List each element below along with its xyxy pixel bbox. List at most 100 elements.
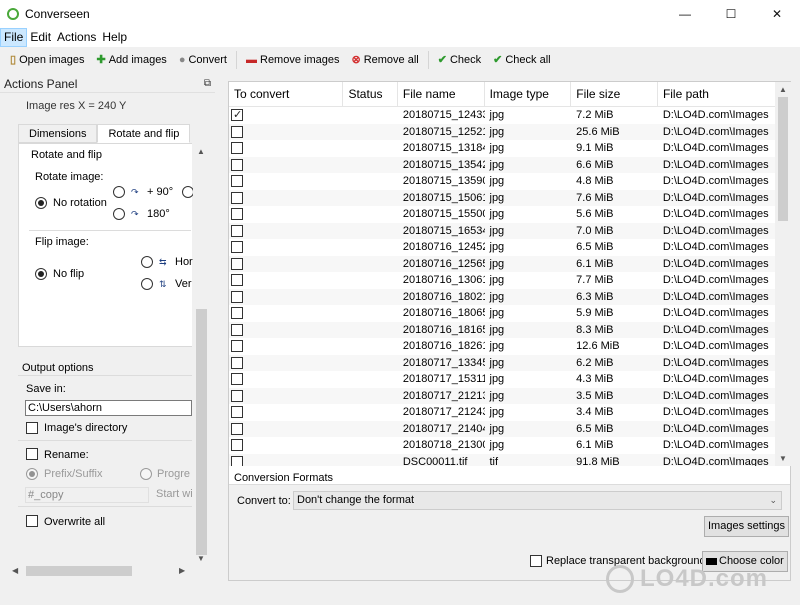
row-checkbox[interactable] [231, 290, 243, 303]
image-directory-checkbox[interactable] [26, 422, 38, 434]
row-checkbox[interactable] [231, 455, 243, 466]
table-row[interactable]: 20180715_13590... jpg 4.8 MiB D:\LO4D.com\I… [229, 173, 775, 190]
no-flip-radio[interactable] [35, 268, 47, 280]
row-checkbox[interactable] [231, 406, 243, 418]
scroll-down-icon[interactable]: ▼ [197, 554, 205, 563]
row-checkbox[interactable] [231, 224, 243, 237]
image-type-cell: tif [489, 455, 499, 467]
remove-all-button[interactable]: ⊗ Remove all [345, 49, 424, 70]
image-settings-button[interactable]: Images settings [704, 516, 790, 537]
table-row[interactable]: 20180717_21243... jpg 3.4 MiB D:\LO4D.com\I… [229, 404, 775, 421]
left-scroll-thumb[interactable] [196, 309, 207, 555]
scroll-left-icon[interactable]: ◀ [12, 566, 18, 575]
col-status[interactable]: Status [343, 82, 398, 106]
table-row[interactable]: 20180716_12565... jpg 6.1 MiB D:\LO4D.com\I… [229, 255, 775, 272]
table-row[interactable]: 20180718_21300... jpg 6.1 MiB D:\LO4D.com\I… [229, 437, 775, 454]
flip-horizontal-radio[interactable] [141, 256, 153, 268]
undock-icon[interactable]: ⧉ [204, 78, 211, 89]
format-select[interactable]: Don't change the format ⌄ [293, 491, 782, 510]
row-checkbox[interactable] [231, 191, 243, 204]
replace-background-checkbox[interactable] [530, 555, 542, 567]
row-checkbox[interactable] [231, 323, 243, 336]
row-checkbox[interactable] [231, 356, 243, 369]
left-h-scroll-thumb[interactable] [26, 566, 132, 576]
add-images-button[interactable]: ✚ Add images [91, 49, 173, 70]
row-checkbox[interactable] [231, 208, 243, 220]
table-row[interactable]: DSC00011.tif tif 91.8 MiB D:\LO4D.com\Image… [229, 453, 775, 467]
prefix-suffix-radio[interactable] [26, 468, 38, 480]
col-file-path[interactable]: File path [658, 82, 775, 106]
file-list-scroll-thumb[interactable] [778, 97, 788, 221]
close-button[interactable]: ✕ [754, 0, 800, 28]
col-file-name[interactable]: File name [398, 82, 485, 106]
flip-vertical-radio[interactable] [141, 278, 153, 290]
col-image-type[interactable]: Image type [485, 82, 572, 106]
table-row[interactable]: 20180715_16534... jpg 7.0 MiB D:\LO4D.com\I… [229, 222, 775, 239]
scroll-up-icon[interactable]: ▲ [779, 85, 787, 94]
table-row[interactable]: 20180715_15500... jpg 5.6 MiB D:\LO4D.com\I… [229, 206, 775, 223]
table-row[interactable]: 20180716_18021... jpg 6.3 MiB D:\LO4D.com\I… [229, 288, 775, 305]
row-checkbox[interactable] [231, 307, 243, 319]
table-row[interactable]: 20180715_12521... jpg 25.6 MiB D:\LO4D.com\… [229, 123, 775, 140]
no-rotation-radio[interactable] [35, 197, 47, 209]
row-checkbox[interactable] [231, 257, 243, 270]
left-vertical-scrollbar[interactable]: ▲ ▼ [193, 144, 210, 568]
row-checkbox[interactable] [231, 241, 243, 253]
row-checkbox[interactable] [231, 274, 243, 286]
status-cell [343, 239, 397, 256]
row-checkbox[interactable] [231, 175, 243, 187]
row-checkbox[interactable] [231, 125, 243, 138]
table-row[interactable]: 20180717_21213... jpg 3.5 MiB D:\LO4D.com\I… [229, 387, 775, 404]
table-row[interactable]: 20180716_18065... jpg 5.9 MiB D:\LO4D.com\I… [229, 305, 775, 322]
save-path-input[interactable]: C:\Users\ahorn [25, 400, 192, 416]
table-row[interactable]: 20180715_13542... jpg 6.6 MiB D:\LO4D.com\I… [229, 156, 775, 173]
rotate-90-radio[interactable] [113, 186, 125, 198]
menu-actions[interactable]: Actions [54, 28, 99, 47]
minimize-button[interactable]: — [662, 0, 708, 28]
table-row[interactable]: 20180717_13345... jpg 6.2 MiB D:\LO4D.com\I… [229, 354, 775, 371]
prefix-input[interactable]: #_copy [25, 487, 149, 503]
table-row[interactable]: 20180715_15061... jpg 7.6 MiB D:\LO4D.com\I… [229, 189, 775, 206]
overwrite-all-checkbox[interactable] [26, 515, 38, 527]
image-type-cell: jpg [489, 158, 505, 171]
row-checkbox[interactable] [231, 158, 243, 171]
table-row[interactable]: ✓ 20180715_12433... jpg 7.2 MiB D:\LO4D.com\… [229, 107, 775, 124]
file-list-scrollbar[interactable]: ▲ ▼ [775, 82, 791, 466]
rotate-180-radio[interactable] [113, 208, 125, 220]
row-checkbox[interactable] [231, 389, 243, 402]
row-checkbox[interactable] [231, 373, 243, 385]
table-row[interactable]: 20180717_15311... jpg 4.3 MiB D:\LO4D.com\I… [229, 371, 775, 388]
row-checkbox[interactable] [231, 439, 243, 451]
row-checkbox[interactable]: ✓ [231, 109, 243, 121]
remove-images-button[interactable]: ▬ Remove images [240, 49, 345, 70]
table-row[interactable]: 20180715_13184... jpg 9.1 MiB D:\LO4D.com\I… [229, 140, 775, 157]
maximize-button[interactable]: ☐ [708, 0, 754, 28]
open-images-button[interactable]: ▯ Open images [4, 49, 91, 70]
table-row[interactable]: 20180717_21404... jpg 6.5 MiB D:\LO4D.com\I… [229, 420, 775, 437]
scroll-right-icon[interactable]: ▶ [179, 566, 185, 575]
to-convert-cell: ✓ [229, 107, 343, 124]
table-row[interactable]: 20180716_13061... jpg 7.7 MiB D:\LO4D.com\I… [229, 272, 775, 289]
row-checkbox[interactable] [231, 340, 243, 352]
table-row[interactable]: 20180716_18165... jpg 8.3 MiB D:\LO4D.com\I… [229, 321, 775, 338]
convert-button[interactable]: ● Convert [173, 49, 233, 70]
table-row[interactable]: 20180716_12452... jpg 6.5 MiB D:\LO4D.com\I… [229, 239, 775, 256]
row-checkbox[interactable] [231, 422, 243, 435]
tab-rotate-flip[interactable]: Rotate and flip [97, 124, 191, 143]
rename-checkbox[interactable] [26, 448, 38, 460]
left-horizontal-scrollbar[interactable]: ◀ ▶ [0, 562, 193, 579]
check-button[interactable]: ✔ Check [432, 49, 487, 70]
row-checkbox[interactable] [231, 142, 243, 154]
col-to-convert[interactable]: To convert [229, 82, 344, 106]
menu-edit[interactable]: Edit [27, 28, 54, 47]
scroll-up-icon[interactable]: ▲ [197, 147, 205, 156]
menu-file[interactable]: File [0, 28, 28, 47]
table-row[interactable]: 20180716_18261... jpg 12.6 MiB D:\LO4D.com\… [229, 338, 775, 355]
progressive-radio[interactable] [140, 468, 152, 480]
menu-help[interactable]: Help [99, 28, 130, 47]
convert-label: Convert [188, 53, 227, 66]
col-file-size[interactable]: File size [571, 82, 658, 106]
scroll-down-icon[interactable]: ▼ [779, 454, 787, 463]
check-all-button[interactable]: ✔ Check all [487, 49, 556, 70]
tab-dimensions[interactable]: Dimensions [18, 124, 98, 143]
